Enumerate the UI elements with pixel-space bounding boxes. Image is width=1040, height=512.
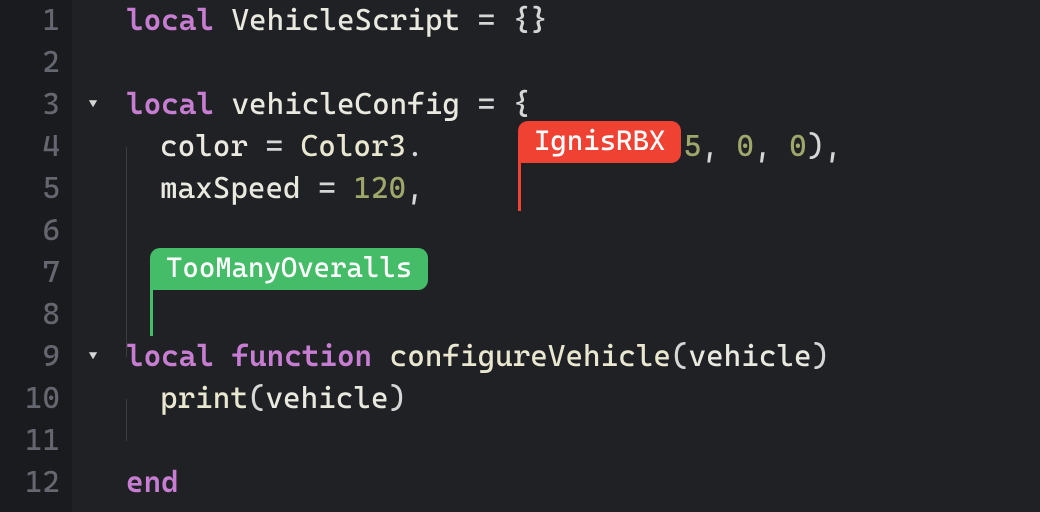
collab-cursor-label: IgnisRBX xyxy=(518,121,681,163)
code-line[interactable] xyxy=(126,210,1040,252)
line-number: 10 xyxy=(0,378,60,420)
code-area[interactable]: local VehicleScript = {} local vehicleCo… xyxy=(114,0,1040,512)
line-number: 9 xyxy=(0,336,60,378)
line-number-gutter: 1 2 3 4 5 6 7 8 9 10 11 12 xyxy=(0,0,72,512)
fold-toggle-icon[interactable]: ▾ xyxy=(72,336,114,378)
code-line[interactable]: local function configureVehicle(vehicle) xyxy=(126,336,1040,378)
line-number: 1 xyxy=(0,0,60,42)
code-line[interactable] xyxy=(126,42,1040,84)
collab-cursor-caret xyxy=(150,288,153,336)
code-line[interactable]: local vehicleConfig = { xyxy=(126,84,1040,126)
code-line[interactable] xyxy=(126,294,1040,336)
collab-cursor-caret xyxy=(518,161,521,211)
function-name: configureVehicle xyxy=(390,336,671,378)
code-line[interactable]: end xyxy=(126,462,1040,504)
fold-toggle-icon[interactable]: ▾ xyxy=(72,84,114,126)
line-number: 2 xyxy=(0,42,60,84)
keyword: function xyxy=(231,336,372,378)
identifier: VehicleScript xyxy=(231,0,460,42)
code-line[interactable]: print(vehicle) xyxy=(126,378,1040,420)
fold-gutter: ▾ ▾ xyxy=(72,0,114,512)
code-line[interactable]: local VehicleScript = {} xyxy=(126,0,1040,42)
keyword: end xyxy=(126,462,179,504)
line-number: 12 xyxy=(0,462,60,504)
line-number: 6 xyxy=(0,210,60,252)
keyword: local xyxy=(126,84,214,126)
line-number: 5 xyxy=(0,168,60,210)
code-line[interactable] xyxy=(126,420,1040,462)
collab-cursor-label: TooManyOveralls xyxy=(150,248,428,290)
line-number: 8 xyxy=(0,294,60,336)
line-number: 11 xyxy=(0,420,60,462)
line-number: 4 xyxy=(0,126,60,168)
keyword: local xyxy=(126,336,214,378)
code-line[interactable]: maxSpeed = 120, xyxy=(126,168,1040,210)
keyword: local xyxy=(126,0,214,42)
code-editor[interactable]: 1 2 3 4 5 6 7 8 9 10 11 12 ▾ ▾ local Veh… xyxy=(0,0,1040,512)
line-number: 7 xyxy=(0,252,60,294)
line-number: 3 xyxy=(0,84,60,126)
identifier: vehicleConfig xyxy=(231,84,460,126)
